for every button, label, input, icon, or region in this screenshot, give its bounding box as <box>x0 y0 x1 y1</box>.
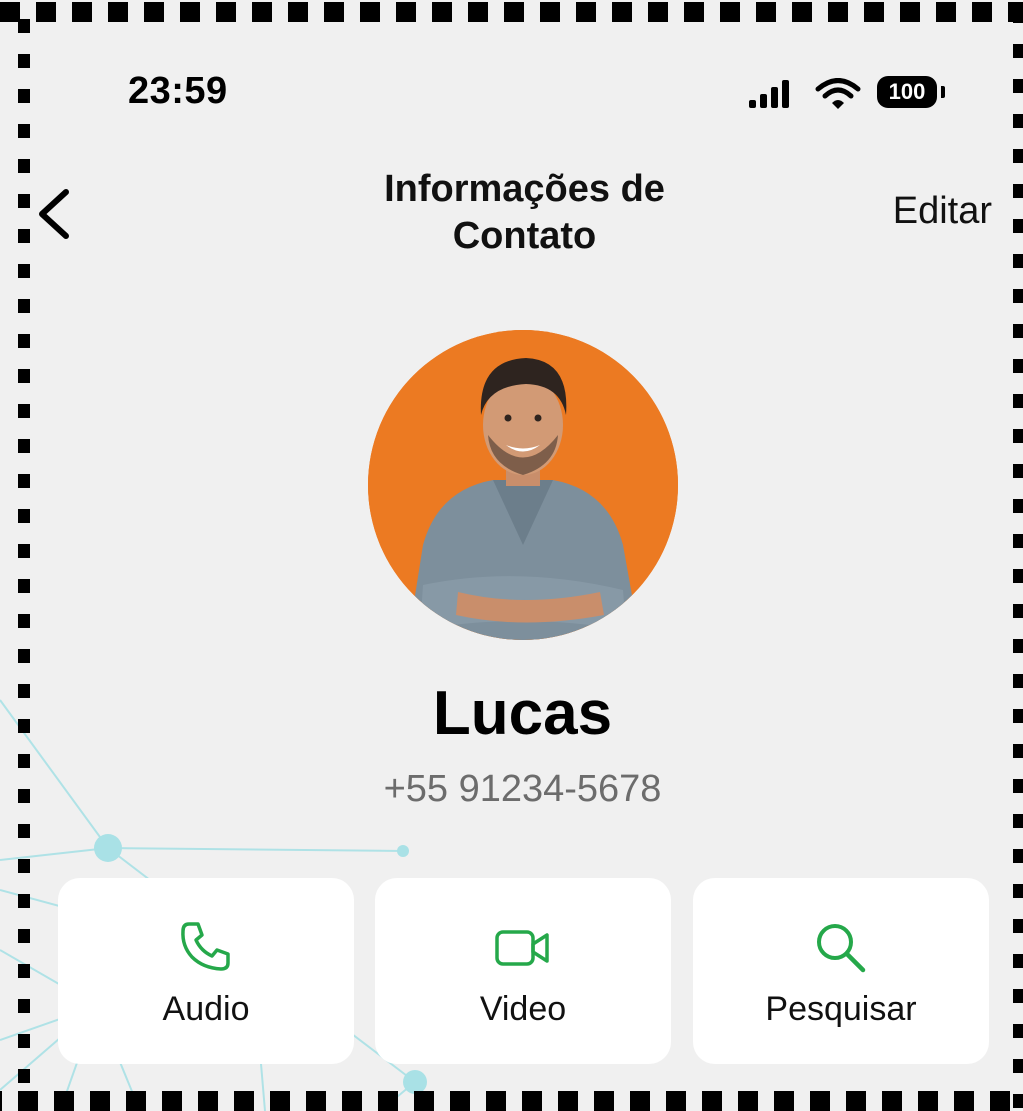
dashed-border-bottom <box>0 1089 1023 1111</box>
audio-label: Audio <box>162 990 250 1028</box>
search-label: Pesquisar <box>765 990 917 1028</box>
cellular-signal-icon <box>749 80 789 108</box>
status-icons: 100 <box>745 74 965 114</box>
contact-name: Lucas <box>432 679 613 748</box>
video-call-button[interactable]: Video <box>375 878 671 1064</box>
status-time: 23:59 <box>128 70 228 112</box>
avatar[interactable] <box>368 330 678 640</box>
battery-icon: 100 <box>877 76 937 108</box>
page-title-line-2: Contato <box>452 215 597 257</box>
page-title: Informações de Contato <box>332 166 717 260</box>
battery-tip <box>941 86 945 98</box>
dashed-border-right <box>1003 0 1023 1111</box>
video-camera-icon <box>495 930 549 966</box>
contact-photo <box>368 330 678 640</box>
audio-call-button[interactable]: Audio <box>58 878 354 1064</box>
search-icon <box>817 924 866 973</box>
dashed-border-top <box>0 0 1023 24</box>
dashed-border-left <box>0 0 30 1111</box>
contact-phone: +55 91234-5678 <box>383 768 662 810</box>
back-button[interactable] <box>32 186 78 242</box>
chevron-left-icon <box>39 189 69 239</box>
edit-button[interactable]: Editar <box>852 190 992 233</box>
battery-level: 100 <box>888 79 926 104</box>
phone-screen: 23:59 100 Informações de Contato Editar <box>0 0 1023 1111</box>
page-title-line-1: Informações de <box>384 168 665 210</box>
video-label: Video <box>479 990 567 1028</box>
wifi-icon <box>815 78 861 109</box>
search-button[interactable]: Pesquisar <box>693 878 989 1064</box>
phone-icon <box>181 922 230 971</box>
